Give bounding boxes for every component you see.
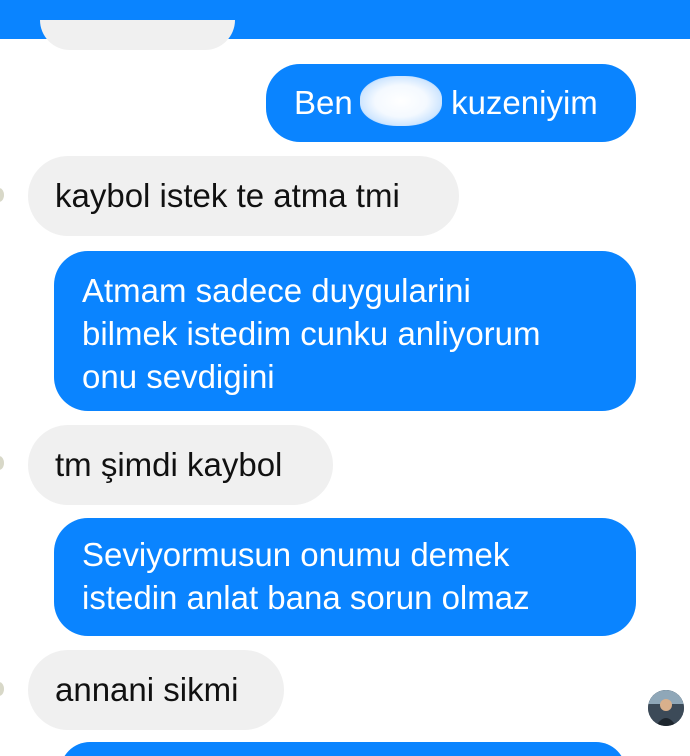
message-bubble-outgoing[interactable]: Seviyormusun onumu demek istedin anlat b… bbox=[54, 518, 636, 636]
message-line: onu sevdigini bbox=[82, 358, 275, 395]
message-text: tm şimdi kaybol bbox=[55, 446, 283, 483]
user-avatar-icon bbox=[648, 690, 684, 726]
message-bubble-incoming[interactable]: annani sikmi bbox=[28, 650, 284, 730]
message-bubble-incoming[interactable]: kaybol istek te atma tmi bbox=[28, 156, 459, 236]
redaction-blur bbox=[360, 76, 442, 126]
message-bubble-incoming[interactable]: tm şimdi kaybol bbox=[28, 425, 333, 505]
message-line: bilmek istedim cunku anliyorum bbox=[82, 315, 541, 352]
sender-avatar-stub bbox=[0, 188, 4, 202]
partial-outgoing-bubble bbox=[60, 742, 626, 756]
message-line: istedin anlat bana sorun olmaz bbox=[82, 579, 530, 616]
sender-avatar-stub bbox=[0, 456, 4, 470]
message-bubble-outgoing[interactable]: Atmam sadece duygularini bilmek istedim … bbox=[54, 251, 636, 411]
message-line: Atmam sadece duygularini bbox=[82, 272, 471, 309]
message-text: kaybol istek te atma tmi bbox=[55, 177, 400, 214]
message-text-part: kuzeniyim bbox=[451, 84, 598, 121]
message-bubble-outgoing[interactable]: Ben kuzeniyim bbox=[266, 64, 636, 142]
message-line: Seviyormusun onumu demek bbox=[82, 536, 510, 573]
partial-incoming-bubble bbox=[40, 20, 235, 50]
message-text-part: Ben bbox=[294, 84, 353, 121]
message-text: annani sikmi bbox=[55, 671, 239, 708]
sender-avatar-stub bbox=[0, 682, 4, 696]
